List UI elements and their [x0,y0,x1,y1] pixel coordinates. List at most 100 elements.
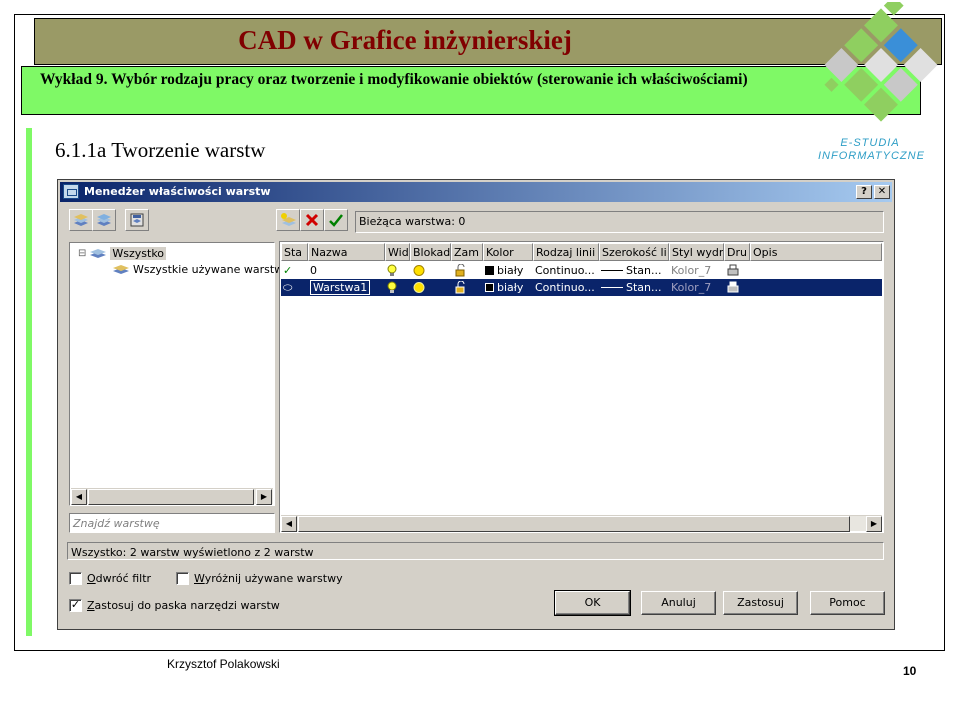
current-layer-field: Bieżąca warstwa: 0 [355,211,884,233]
filter-tree-panel[interactable]: ⊟ Wszystko Wszystkie używane warstwy ◀ ▶ [69,242,290,506]
footer-author: Krzysztof Polakowski [167,657,280,671]
delete-icon [305,213,319,227]
estudia-logo [824,2,938,122]
unlocked-padlock-icon[interactable] [451,279,483,296]
lecture-subtitle: Wykład 9. Wybór rodzaju pracy oraz tworz… [21,66,921,115]
layer-description[interactable] [750,279,882,296]
delete-layer-button[interactable] [300,209,324,231]
scroll-left-button[interactable]: ◀ [71,489,87,505]
scroll-left-button[interactable]: ◀ [281,516,297,532]
list-hscrollbar[interactable]: ◀ ▶ [281,515,882,532]
lineweight-sample [601,287,623,288]
col-name[interactable]: Nazwa [308,243,385,261]
col-plot[interactable]: Dru [724,243,750,261]
color-swatch [485,266,494,275]
col-freeze[interactable]: Blokad [410,243,451,261]
new-property-filter-button[interactable] [69,209,93,231]
sun-icon[interactable] [410,262,451,279]
scroll-right-button[interactable]: ▶ [866,516,882,532]
layer-plotstyle: Kolor_7 [671,281,712,294]
scroll-right-button[interactable]: ▶ [256,489,272,505]
invert-filter-box[interactable] [69,572,82,585]
layer-name-edit[interactable]: Warstwa1 [310,280,371,295]
search-layer-input[interactable]: Znajdź warstwę [69,513,275,533]
dialog-title-bar[interactable]: Menedżer właściwości warstw ? ✕ [60,182,892,202]
layer-row[interactable]: ✓ 0 biały Continuo... Stan... Kolor_7 [281,262,882,279]
logo-text-line2: INFORMATYCZNE [818,150,925,162]
layer-list[interactable]: Sta Nazwa Wid Blokad Zam Kolor Rodzaj li… [279,241,884,533]
accent-line [26,128,32,636]
layers-filter-icon [74,214,88,226]
new-layer-button[interactable] [276,209,300,231]
layer-status-current: ✓ [283,264,293,277]
used-layers-icon [113,265,129,274]
layer-row[interactable]: ⬭ Warstwa1 biały Continuo... Stan... Kol… [281,279,882,296]
apply-toolbar-checkbox[interactable]: ✓ Zastosuj do paska narzędzi warstw [69,599,280,612]
status-text: Wszystko: 2 warstw wyświetlono z 2 warst… [71,546,314,559]
layer-properties-dialog: Menedżer właściwości warstw ? ✕ Bieżąca … [57,179,895,630]
checkmark-icon [329,214,343,227]
unlocked-padlock-icon[interactable] [451,262,483,279]
tree-item-used-layers[interactable]: Wszystkie używane warstwy [112,262,290,276]
layer-description[interactable] [750,262,882,279]
layer-states-manager-button[interactable] [125,209,149,231]
help-title-button[interactable]: ? [856,185,872,199]
layer-name-editor[interactable]: Warstwa1 [308,279,385,296]
apply-toolbar-label: Zastosuj do paska narzędzi warstw [87,599,280,612]
layer-manager-icon [63,184,79,199]
ok-button[interactable]: OK [554,590,631,616]
layer-linetype[interactable]: Continuo... [533,262,599,279]
highlight-used-checkbox[interactable]: Wyróżnij używane warstwy [176,572,343,585]
apply-button[interactable]: Zastosuj [723,591,798,615]
col-lineweight[interactable]: Szerokość li [599,243,669,261]
lightbulb-icon[interactable] [385,262,410,279]
col-linetype[interactable]: Rodzaj linii [533,243,599,261]
new-group-filter-button[interactable] [92,209,116,231]
col-lock[interactable]: Zam [451,243,483,261]
section-heading: 6.1.1a Tworzenie warstw [55,138,266,162]
tree-item-all-label: Wszystko [110,246,167,260]
help-button[interactable]: Pomoc [810,591,885,615]
layer-name[interactable]: 0 [308,262,385,279]
col-status[interactable]: Sta [281,243,308,261]
tree-item-all[interactable]: ⊟ Wszystko [78,246,167,260]
col-description[interactable]: Opis [750,243,882,261]
col-plotstyle[interactable]: Styl wydr [669,243,724,261]
layer-linetype[interactable]: Continuo... [533,279,599,296]
logo-text-line1: E-STUDIA [840,137,900,149]
logo-text: E-STUDIA INFORMATYCZNE [818,137,925,163]
layer-color[interactable]: biały [483,262,533,279]
layer-color-label: biały [497,281,524,294]
collapse-icon[interactable]: ⊟ [78,248,86,259]
lightbulb-icon[interactable] [385,279,410,296]
layers-group-icon [97,214,111,226]
cancel-button[interactable]: Anuluj [641,591,716,615]
layer-list-header: Sta Nazwa Wid Blokad Zam Kolor Rodzaj li… [281,243,882,261]
slide-title: CAD w Grafice inżynierskiej [238,25,572,55]
invert-filter-label: Odwróć filtr [87,572,152,585]
col-on[interactable]: Wid [385,243,410,261]
layer-lineweight[interactable]: Stan... [599,279,669,296]
printer-icon[interactable] [724,262,750,279]
layer-color[interactable]: biały [483,279,533,296]
layer-states-icon [130,213,144,227]
layer-status-icon: ⬭ [283,281,293,294]
printer-icon[interactable] [724,279,750,296]
scroll-thumb[interactable] [298,516,850,532]
new-layer-icon [281,213,296,226]
invert-filter-checkbox[interactable]: Odwróć filtr [69,572,151,585]
col-color[interactable]: Kolor [483,243,533,261]
layer-lineweight[interactable]: Stan... [599,262,669,279]
apply-toolbar-box[interactable]: ✓ [69,599,82,612]
highlight-used-box[interactable] [176,572,189,585]
tree-hscrollbar[interactable]: ◀ ▶ [71,488,273,505]
set-current-button[interactable] [324,209,348,231]
close-button[interactable]: ✕ [874,185,890,199]
scroll-thumb[interactable] [88,489,254,505]
status-bar: Wszystko: 2 warstw wyświetlono z 2 warst… [67,542,884,560]
sun-icon[interactable] [410,279,451,296]
color-swatch [485,283,494,292]
dialog-title: Menedżer właściwości warstw [84,185,271,198]
lineweight-sample [601,270,623,271]
current-layer-label: Bieżąca warstwa: 0 [359,215,466,228]
